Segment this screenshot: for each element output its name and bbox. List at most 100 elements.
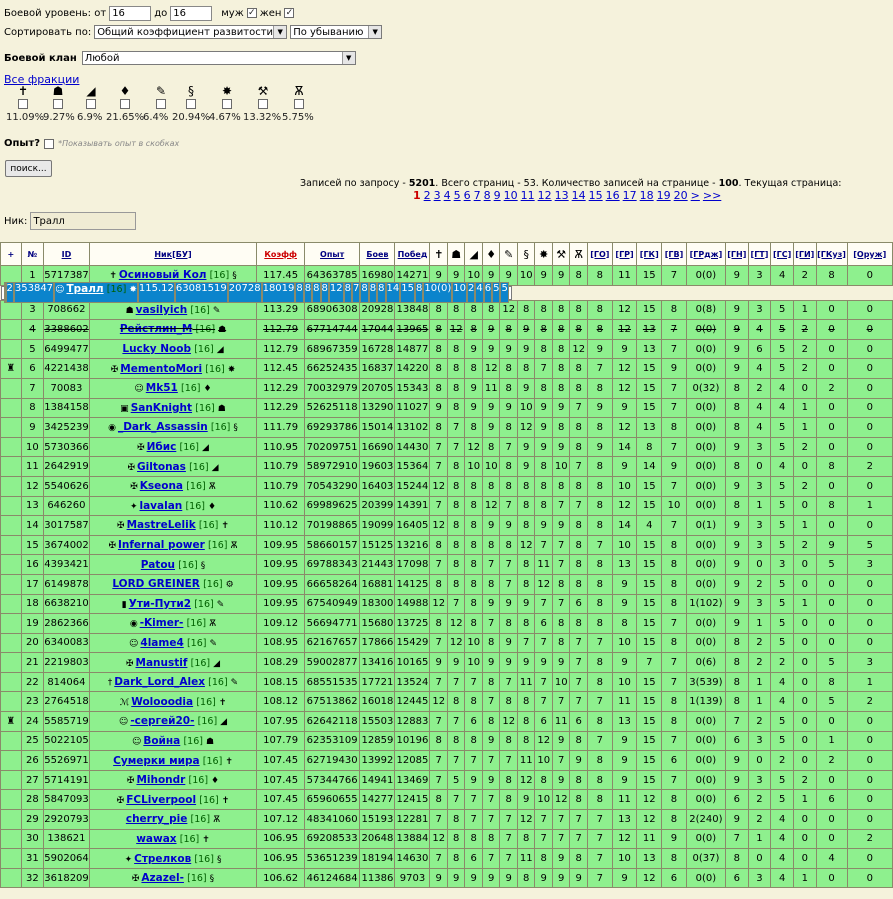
faction-icon[interactable]: ✎ — [144, 84, 178, 98]
column-header[interactable]: Побед — [394, 242, 431, 266]
player-name-link[interactable]: _Dark_Assassin — [118, 421, 208, 433]
add-cell[interactable]: ♜ — [0, 358, 22, 379]
player-name-link[interactable]: Война — [143, 735, 180, 747]
column-header[interactable]: ⚒ — [551, 242, 571, 266]
faction-icon[interactable]: ✸ — [210, 84, 244, 98]
page-link-7[interactable]: 7 — [474, 189, 481, 202]
faction-checkbox[interactable] — [294, 99, 304, 109]
column-header[interactable]: ✝ — [429, 242, 448, 266]
page-link-16[interactable]: 16 — [606, 189, 620, 202]
player-name-link[interactable]: Dark_Lord_Alex — [114, 676, 205, 688]
column-header[interactable]: [ГИ] — [792, 242, 817, 266]
female-checkbox[interactable]: ✓ — [284, 8, 295, 18]
page-link-17[interactable]: 17 — [623, 189, 637, 202]
order-select[interactable]: По убыванию ▼ — [290, 25, 383, 39]
column-header[interactable]: [ГО] — [586, 242, 613, 266]
castle-icon[interactable]: ♜ — [6, 363, 15, 374]
column-header[interactable]: [Оруж] — [846, 242, 893, 266]
column-header[interactable]: Ѫ — [569, 242, 588, 266]
faction-checkbox[interactable] — [186, 99, 196, 109]
page-link-18[interactable]: 18 — [640, 189, 654, 202]
clan-select[interactable]: Любой ▼ — [81, 51, 356, 65]
column-header[interactable]: ✎ — [499, 242, 518, 266]
faction-icon[interactable]: ✝ — [6, 84, 40, 98]
faction-checkbox[interactable] — [53, 99, 63, 109]
player-name-link[interactable]: FCLiverpool — [126, 794, 196, 806]
page-link-11[interactable]: 11 — [521, 189, 535, 202]
page-link-5[interactable]: 5 — [454, 189, 461, 202]
player-name-link[interactable]: MastreLelik — [127, 519, 196, 531]
page-link-4[interactable]: 4 — [444, 189, 451, 202]
page-link-13[interactable]: 13 — [555, 189, 569, 202]
page-link-12[interactable]: 12 — [538, 189, 552, 202]
column-header[interactable]: [ГР] — [611, 242, 638, 266]
page-link-2[interactable]: 2 — [424, 189, 431, 202]
faction-icon[interactable]: § — [174, 84, 208, 98]
player-name-link[interactable]: Ибис — [147, 441, 177, 453]
column-header[interactable]: Боев — [359, 242, 396, 266]
faction-icon[interactable]: ◢ — [74, 84, 108, 98]
faction-icon[interactable]: ⚒ — [246, 84, 280, 98]
player-name-link[interactable]: Стрелков — [134, 853, 191, 865]
player-name-link[interactable]: Infernal power — [118, 539, 205, 551]
page-link-9[interactable]: 9 — [494, 189, 501, 202]
column-header[interactable]: [ГТ] — [747, 242, 772, 266]
column-header[interactable]: [ГС] — [770, 242, 794, 266]
search-button[interactable]: поиск... — [5, 160, 52, 177]
page-link-10[interactable]: 10 — [504, 189, 518, 202]
player-name-link[interactable]: Рейстлин_М — [120, 323, 193, 335]
sort-select[interactable]: Общий коэффициент развитости ▼ — [94, 25, 288, 39]
faction-checkbox[interactable] — [156, 99, 166, 109]
exp-checkbox[interactable] — [44, 138, 55, 149]
column-header[interactable]: [ГРдж] — [685, 242, 726, 266]
faction-icon[interactable]: ☗ — [41, 84, 75, 98]
player-name-link[interactable]: Тралл — [66, 283, 103, 295]
page-link-1[interactable]: 1 — [413, 189, 421, 202]
add-cell[interactable]: ♜ — [0, 711, 22, 732]
column-header[interactable]: Опыт — [303, 242, 361, 266]
player-name-link[interactable]: Kseona — [140, 480, 183, 492]
page-link-8[interactable]: 8 — [484, 189, 491, 202]
player-name-link[interactable]: -Kimer- — [140, 617, 184, 629]
page-link->>[interactable]: >> — [703, 189, 721, 202]
column-header[interactable]: Коэфф — [256, 242, 305, 266]
page-link-19[interactable]: 19 — [657, 189, 671, 202]
player-name-link[interactable]: Giltonas — [137, 461, 186, 473]
player-name-link[interactable]: Ути-Пути2 — [129, 598, 191, 610]
column-header[interactable]: [ГН] — [724, 242, 749, 266]
faction-checkbox[interactable] — [258, 99, 268, 109]
player-name-link[interactable]: cherry_pie — [126, 813, 188, 825]
faction-checkbox[interactable] — [18, 99, 28, 109]
column-header[interactable]: ☗ — [446, 242, 466, 266]
faction-checkbox[interactable] — [120, 99, 130, 109]
page-link-14[interactable]: 14 — [572, 189, 586, 202]
page-link->[interactable]: > — [691, 189, 700, 202]
player-name-link[interactable]: lavalan — [140, 500, 183, 512]
player-name-link[interactable]: Lucky Noob — [122, 343, 191, 355]
faction-checkbox[interactable] — [222, 99, 232, 109]
player-name-link[interactable]: Mihondr — [136, 774, 185, 786]
nick-input[interactable] — [30, 212, 137, 230]
column-header[interactable]: [ГВ] — [661, 242, 687, 266]
player-name-link[interactable]: wawax — [136, 833, 176, 845]
page-link-6[interactable]: 6 — [464, 189, 471, 202]
column-header[interactable]: Ник[БУ] — [88, 242, 258, 266]
column-header[interactable]: ✸ — [534, 242, 553, 266]
player-name-link[interactable]: SanKnight — [131, 402, 192, 414]
player-name-link[interactable]: Mk51 — [146, 382, 178, 394]
player-name-link[interactable]: Сумерки мира — [113, 755, 199, 767]
player-name-link[interactable]: LORD GREINER — [112, 578, 200, 590]
column-header[interactable]: ♦ — [481, 242, 501, 266]
column-header[interactable]: ◢ — [464, 242, 483, 266]
player-name-link[interactable]: 4lame4 — [140, 637, 183, 649]
level-from-input[interactable] — [109, 5, 152, 21]
faction-checkbox[interactable] — [86, 99, 96, 109]
faction-icon[interactable]: ♦ — [108, 84, 142, 98]
player-name-link[interactable]: Осиновый Кол — [119, 269, 207, 281]
level-to-input[interactable] — [170, 5, 213, 21]
column-header[interactable]: ID — [43, 242, 90, 266]
male-checkbox[interactable]: ✓ — [246, 8, 257, 18]
page-link-3[interactable]: 3 — [434, 189, 441, 202]
column-header[interactable]: [ГКуз] — [815, 242, 848, 266]
player-name-link[interactable]: Manustif — [136, 657, 188, 669]
